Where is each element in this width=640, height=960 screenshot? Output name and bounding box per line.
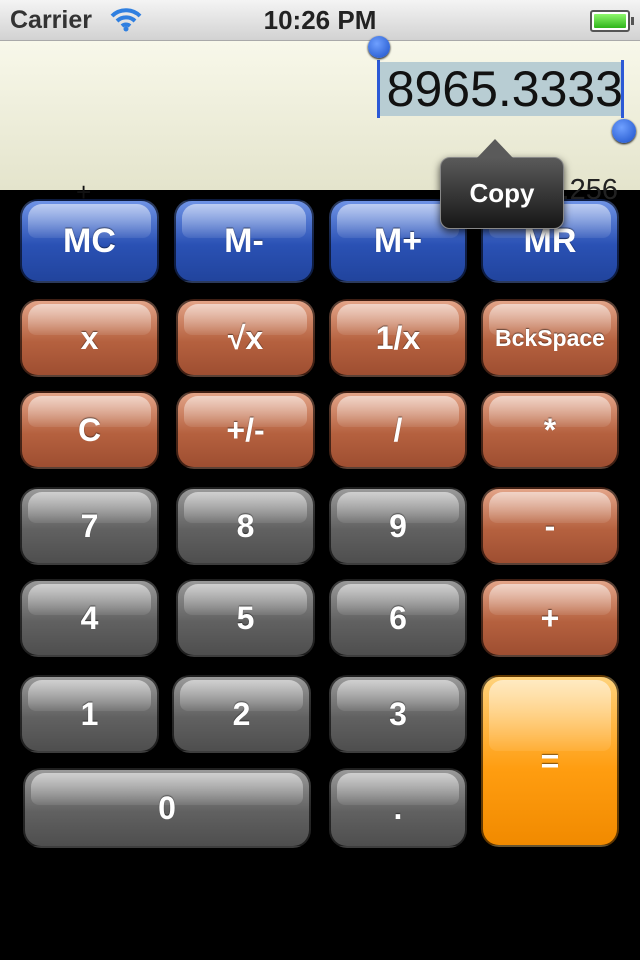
clock: 10:26 PM <box>263 5 377 35</box>
clear-button[interactable]: C <box>20 391 159 469</box>
digit-1-button[interactable]: 1 <box>20 675 159 753</box>
selection-knob-start[interactable] <box>368 36 390 58</box>
sqrt-button[interactable]: √x <box>176 299 315 377</box>
plus-button[interactable]: + <box>481 579 619 657</box>
selection-handle-start[interactable] <box>377 60 380 118</box>
digit-8-button[interactable]: 8 <box>176 487 315 565</box>
status-bar: Carrier 10:26 PM <box>0 0 640 41</box>
minus-button[interactable]: - <box>481 487 619 565</box>
digit-9-button[interactable]: 9 <box>329 487 467 565</box>
backspace-button[interactable]: BckSpace <box>481 299 619 377</box>
digit-2-button[interactable]: 2 <box>172 675 311 753</box>
selection-knob-end[interactable] <box>612 119 636 143</box>
digit-4-button[interactable]: 4 <box>20 579 159 657</box>
x-button[interactable]: x <box>20 299 159 377</box>
copy-button[interactable]: Copy <box>440 157 564 229</box>
decimal-button[interactable]: . <box>329 768 467 848</box>
sign-toggle-button[interactable]: +/- <box>176 391 315 469</box>
digit-3-button[interactable]: 3 <box>329 675 467 753</box>
digit-5-button[interactable]: 5 <box>176 579 315 657</box>
reciprocal-button[interactable]: 1/x <box>329 299 467 377</box>
multiply-button[interactable]: * <box>481 391 619 469</box>
main-value-selected[interactable]: 8965.3333 <box>379 62 623 116</box>
m-minus-button[interactable]: M- <box>174 199 314 283</box>
selection-handle-end[interactable] <box>621 60 624 118</box>
digit-6-button[interactable]: 6 <box>329 579 467 657</box>
copy-popup-arrow <box>477 139 513 158</box>
divide-button[interactable]: / <box>329 391 467 469</box>
digit-7-button[interactable]: 7 <box>20 487 159 565</box>
equals-button[interactable]: = <box>481 675 619 847</box>
mc-button[interactable]: MC <box>20 199 159 283</box>
battery-icon <box>590 10 634 32</box>
digit-0-button[interactable]: 0 <box>23 768 311 848</box>
